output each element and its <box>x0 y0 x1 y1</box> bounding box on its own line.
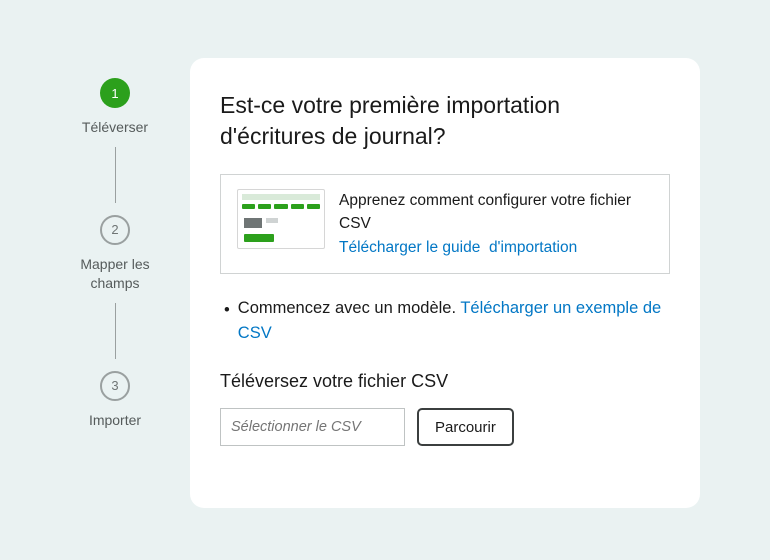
step-circle-1: 1 <box>100 78 130 108</box>
browse-button[interactable]: Parcourir <box>417 408 514 446</box>
step-2: 2 Mapper les champs <box>60 215 170 293</box>
download-guide-link[interactable]: Télécharger le guide d'importation <box>339 239 577 256</box>
card-title: Est-ce votre première importation d'écri… <box>220 90 670 152</box>
step-circle-2: 2 <box>100 215 130 245</box>
csv-path-input[interactable] <box>220 408 405 446</box>
guide-box: Apprenez comment configurer votre fichie… <box>220 174 670 274</box>
spreadsheet-thumbnail-icon <box>237 189 325 249</box>
step-label-2: Mapper les champs <box>60 255 170 293</box>
step-label-1: Téléverser <box>82 118 148 137</box>
step-connector <box>115 147 116 203</box>
bullet-text: Commencez avec un modèle. <box>238 299 461 317</box>
step-label-3: Importer <box>89 411 141 430</box>
file-row: Parcourir <box>220 408 670 446</box>
step-3: 3 Importer <box>89 371 141 430</box>
template-bullet: • Commencez avec un modèle. Télécharger … <box>220 296 670 346</box>
stepper: 1 Téléverser 2 Mapper les champs 3 Impor… <box>60 58 170 508</box>
step-circle-3: 3 <box>100 371 130 401</box>
step-connector <box>115 303 116 359</box>
step-1: 1 Téléverser <box>82 78 148 137</box>
upload-heading: Téléversez votre fichier CSV <box>220 371 670 392</box>
bullet-dot-icon: • <box>224 298 230 323</box>
guide-text: Apprenez comment configurer votre fichie… <box>339 189 653 259</box>
guide-description: Apprenez comment configurer votre fichie… <box>339 189 653 236</box>
import-card: Est-ce votre première importation d'écri… <box>190 58 700 508</box>
